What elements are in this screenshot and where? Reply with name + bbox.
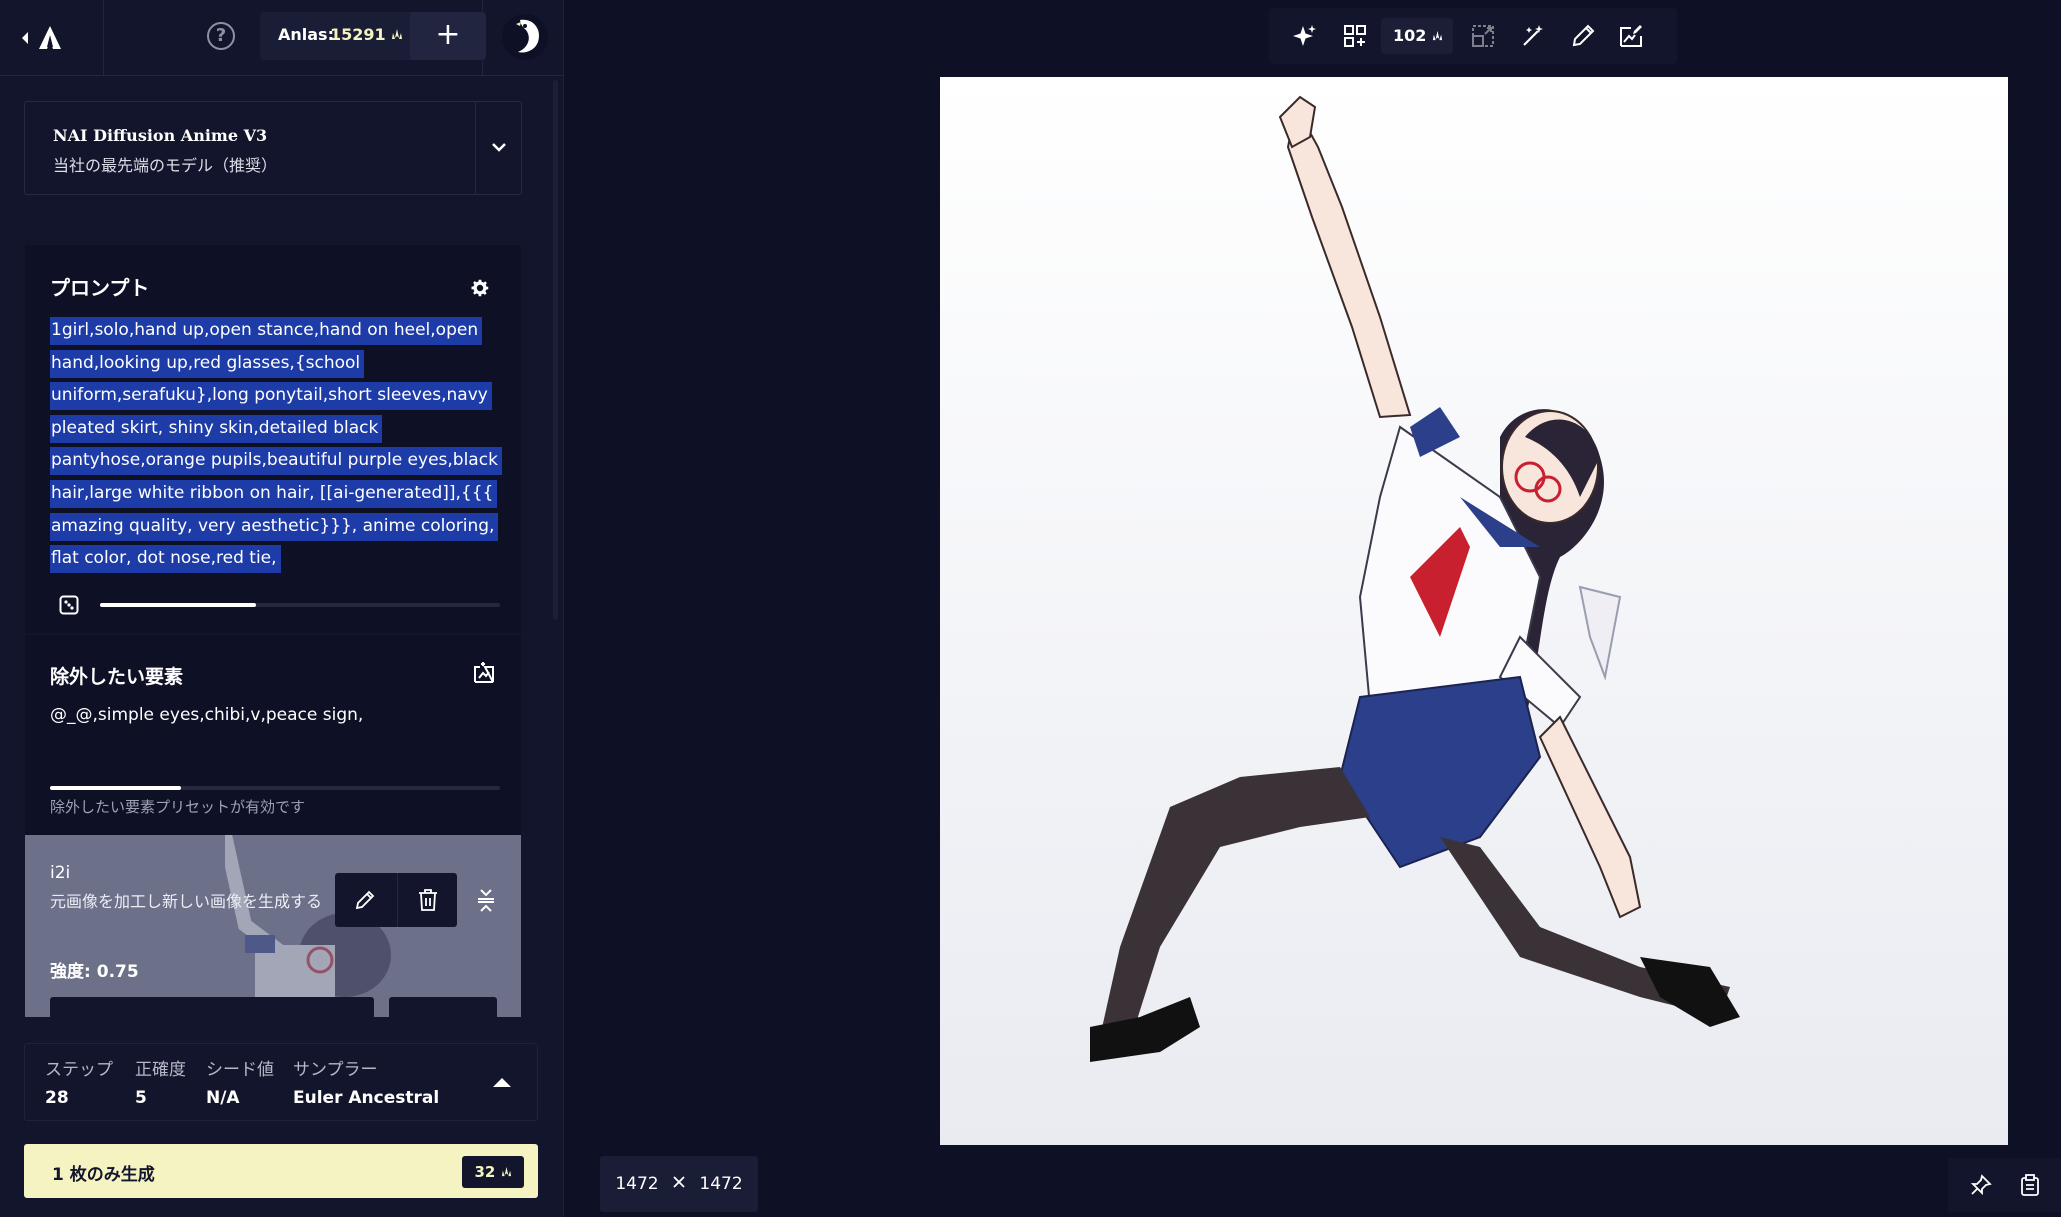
steps-value: 28 (45, 1088, 69, 1108)
pencil-icon[interactable] (1569, 22, 1597, 50)
novelai-logo-icon (39, 26, 61, 49)
steps-setting: ステップ 28 (45, 1055, 113, 1108)
sparkle-icon[interactable] (1291, 22, 1319, 50)
pin-icon[interactable] (1970, 1174, 1992, 1196)
section-divider (25, 633, 521, 635)
penguin-avatar-icon (502, 14, 548, 60)
sidebar-scrollbar[interactable] (553, 80, 558, 620)
pencil-icon (355, 890, 375, 910)
negative-prompt-title: 除外したい要素 (50, 666, 184, 688)
anlas-icon (1432, 30, 1443, 41)
negative-preset-icon[interactable] (472, 662, 496, 686)
anlas-label: Anlas: (278, 25, 334, 44)
prompt-card: プロンプト 1girl,solo,hand up,open stance,han… (25, 245, 521, 1017)
negative-preset-note: 除外したい要素プリセットが有効です (50, 798, 306, 816)
i2i-title: i2i (50, 863, 71, 883)
prompt-title: プロンプト (50, 276, 150, 300)
topbar-divider (482, 0, 483, 76)
prompt-text: 1girl,solo,hand up,open stance,hand on h… (50, 317, 502, 574)
negative-strength-fill (50, 786, 181, 790)
seed-setting: シード値 N/A (206, 1055, 274, 1108)
image-toolbar: 102 (1269, 8, 1677, 64)
i2i-noise-control[interactable] (389, 997, 497, 1017)
avatar[interactable] (502, 14, 548, 60)
help-icon[interactable]: ? (207, 22, 235, 50)
back-button[interactable] (20, 18, 74, 58)
anlas-icon (501, 1166, 511, 1177)
sampler-label: サンプラー (293, 1060, 378, 1080)
trash-icon (419, 889, 437, 911)
chevron-left-icon (22, 32, 28, 44)
i2i-strength: 強度: 0.75 (50, 957, 139, 982)
scale-setting: 正確度 5 (135, 1055, 186, 1108)
i2i-edit-button[interactable] (335, 873, 395, 927)
image-width: 1472 (615, 1174, 659, 1194)
sidebar: ? Anlas: 15291 + NAI Diffusion Anime V3 … (0, 0, 564, 1217)
i2i-strength-value: 0.75 (96, 962, 139, 982)
model-name: NAI Diffusion Anime V3 (53, 126, 268, 145)
negative-strength-slider[interactable] (50, 786, 500, 790)
i2i-description: 元画像を加工し新しい画像を生成する (50, 892, 323, 911)
sampler-value: Euler Ancestral (293, 1088, 440, 1108)
gear-icon[interactable] (469, 277, 491, 299)
topbar-divider (103, 0, 104, 76)
generate-button[interactable]: 1 枚のみ生成 32 (24, 1144, 538, 1198)
upscale-icon[interactable] (1469, 22, 1497, 50)
i2i-panel: i2i 元画像を加工し新しい画像を生成する 強度: 0.75 (25, 835, 521, 1017)
i2i-delete-button[interactable] (397, 873, 457, 927)
generated-image[interactable] (940, 77, 2008, 1145)
generate-label: 1 枚のみ生成 (52, 1165, 155, 1185)
times-icon (673, 1176, 685, 1188)
model-select[interactable]: NAI Diffusion Anime V3 当社の最先端のモデル（推奨） (24, 101, 522, 195)
sidebar-topbar: ? Anlas: 15291 + (0, 0, 564, 76)
image-height: 1472 (699, 1174, 743, 1194)
prompt-strength-slider[interactable] (100, 603, 500, 607)
scale-label: 正確度 (135, 1060, 186, 1080)
negative-prompt-input[interactable]: @_@,simple eyes,chibi,v,peace sign, (50, 705, 363, 725)
seed-label: シード値 (206, 1060, 274, 1080)
model-dropdown-toggle[interactable] (475, 102, 521, 194)
seed-value: N/A (206, 1088, 240, 1108)
scale-value: 5 (135, 1088, 147, 1108)
image-dimensions[interactable]: 1472 1472 (600, 1156, 758, 1212)
clipboard-icon[interactable] (2020, 1174, 2040, 1196)
i2i-strength-control[interactable] (50, 997, 374, 1017)
i2i-strength-label: 強度: (50, 962, 91, 982)
generated-image-canvas (940, 77, 2008, 1145)
sampler-setting: サンプラー Euler Ancestral (293, 1055, 439, 1108)
prompt-strength-fill (100, 603, 256, 607)
magic-wand-icon[interactable] (1519, 22, 1547, 50)
i2i-toolbox (335, 873, 457, 927)
generation-settings-summary[interactable]: ステップ 28 正確度 5 シード値 N/A サンプラー Euler Ances… (24, 1043, 538, 1121)
collapse-icon[interactable] (471, 885, 501, 915)
prompt-input[interactable]: 1girl,solo,hand up,open stance,hand on h… (50, 314, 502, 575)
dice-icon[interactable] (59, 595, 79, 615)
corner-toolbar (1948, 1158, 2061, 1212)
anlas-icon (392, 29, 403, 39)
chevron-up-icon[interactable] (491, 1072, 513, 1092)
model-description: 当社の最先端のモデル（推奨） (53, 156, 278, 175)
generate-cost-badge: 32 (462, 1156, 524, 1188)
steps-label: ステップ (45, 1060, 113, 1080)
chevron-down-icon (492, 143, 506, 152)
image-edit-icon[interactable] (1617, 22, 1645, 50)
batch-cost-pill[interactable]: 102 (1381, 18, 1453, 54)
anlas-value: 15291 (330, 25, 403, 44)
grid-icon[interactable] (1341, 22, 1369, 50)
add-anlas-button[interactable]: + (410, 12, 486, 60)
